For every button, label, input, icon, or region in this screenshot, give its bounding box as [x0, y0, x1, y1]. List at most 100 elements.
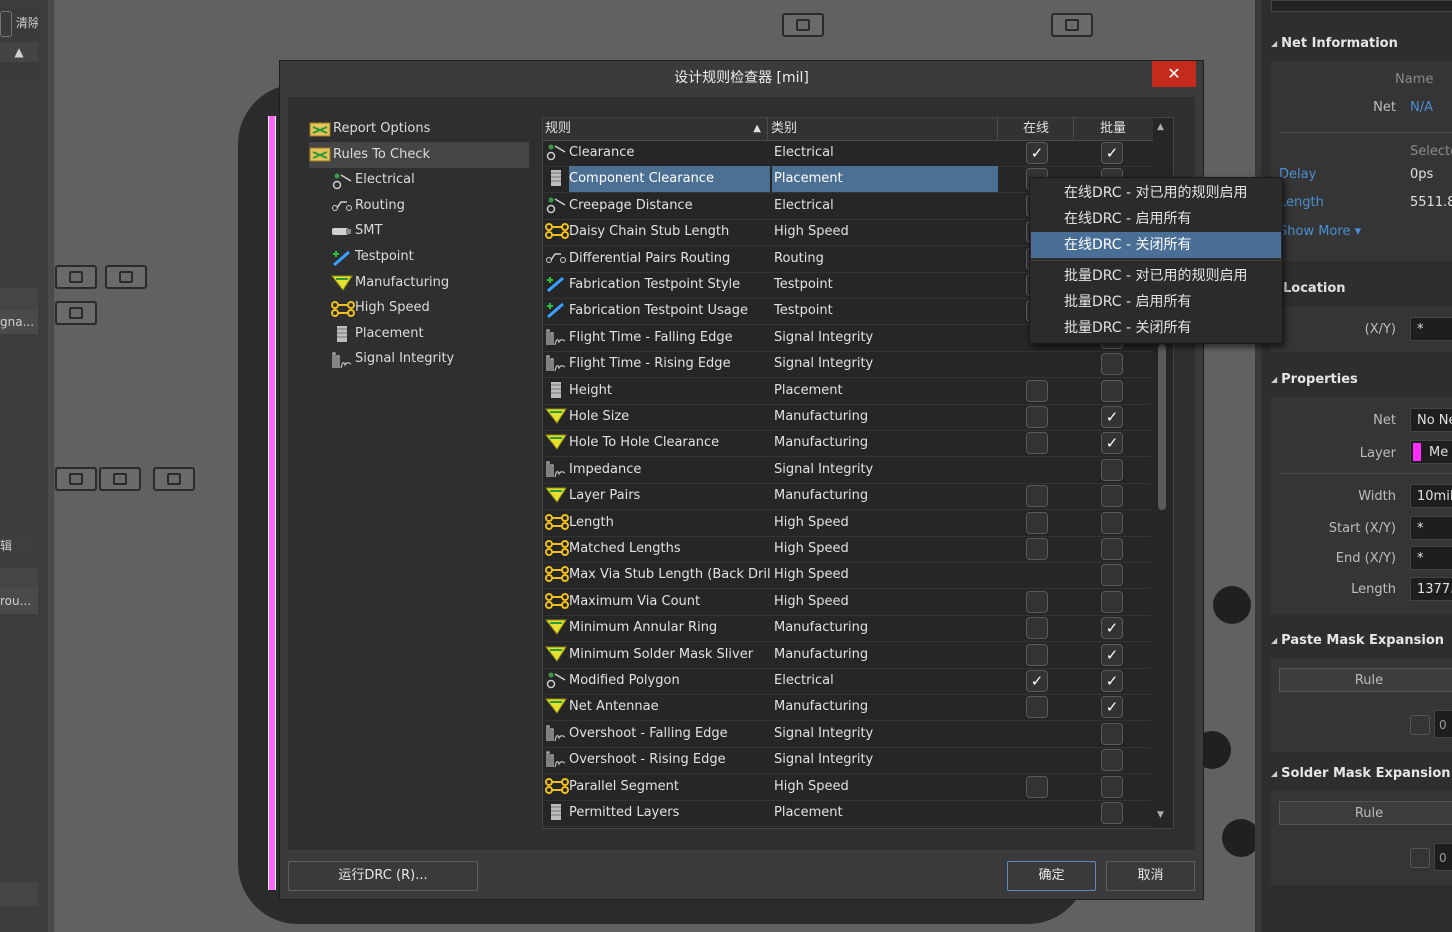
- batch-drc-checkbox[interactable]: [1101, 564, 1123, 587]
- tree-item-placement[interactable]: Placement: [331, 321, 529, 347]
- show-more-link[interactable]: Show More ▾: [1279, 224, 1361, 239]
- table-row[interactable]: Hole To Hole Clearance Manufacturing: [543, 430, 1151, 458]
- solder-rule-button[interactable]: Rule: [1279, 801, 1452, 825]
- table-row[interactable]: Parallel Segment High Speed: [543, 774, 1151, 801]
- left-panel-item[interactable]: 辑: [0, 534, 38, 558]
- table-row[interactable]: Minimum Solder Mask Sliver Manufacturing: [543, 642, 1151, 669]
- solder-manual-checkbox[interactable]: [1410, 848, 1430, 868]
- table-row[interactable]: Clearance Electrical: [543, 140, 1151, 167]
- tree-item-testpoint[interactable]: Testpoint: [331, 244, 529, 270]
- batch-drc-checkbox[interactable]: [1101, 511, 1123, 534]
- close-button[interactable]: ✕: [1152, 61, 1196, 87]
- tree-item-signal-integrity[interactable]: Signal Integrity: [331, 346, 529, 372]
- start-input[interactable]: *: [1410, 516, 1452, 540]
- batch-drc-checkbox[interactable]: [1101, 617, 1123, 640]
- online-drc-checkbox[interactable]: [1026, 379, 1048, 402]
- ok-button[interactable]: 确定: [1007, 861, 1096, 891]
- table-row[interactable]: Matched Lengths High Speed: [543, 536, 1151, 563]
- table-row[interactable]: Height Placement: [543, 378, 1151, 405]
- table-row[interactable]: Overshoot - Falling Edge Signal Integrity: [543, 721, 1151, 748]
- left-panel-item[interactable]: gna...: [0, 310, 38, 334]
- left-panel-row[interactable]: [0, 882, 38, 906]
- table-row[interactable]: Max Via Stub Length (Back Drilling)High …: [543, 562, 1151, 590]
- batch-drc-checkbox[interactable]: [1101, 432, 1123, 455]
- batch-drc-checkbox[interactable]: [1101, 802, 1123, 824]
- online-drc-checkbox[interactable]: [1026, 775, 1048, 798]
- cancel-button[interactable]: 取消: [1106, 861, 1195, 891]
- batch-drc-checkbox[interactable]: [1101, 670, 1123, 692]
- online-drc-checkbox[interactable]: [1026, 406, 1048, 428]
- context-menu-item[interactable]: 在线DRC - 关闭所有: [1031, 232, 1281, 258]
- online-drc-checkbox[interactable]: [1026, 643, 1048, 666]
- layer-select[interactable]: Me: [1410, 440, 1452, 464]
- table-row[interactable]: Flight Time - Rising Edge Signal Integrit…: [543, 351, 1151, 379]
- batch-drc-checkbox[interactable]: [1101, 406, 1123, 428]
- table-row[interactable]: Modified Polygon Electrical: [543, 668, 1151, 695]
- online-drc-checkbox[interactable]: [1026, 696, 1048, 719]
- paste-mask-header[interactable]: Paste Mask Expansion: [1271, 633, 1444, 648]
- table-row[interactable]: Overshoot - Rising Edge Signal Integrity: [543, 747, 1151, 775]
- tree-item-rules-to-check[interactable]: Rules To Check: [309, 141, 529, 168]
- table-row[interactable]: Net Antennae Manufacturing: [543, 694, 1151, 722]
- batch-drc-checkbox[interactable]: [1101, 379, 1123, 402]
- table-row[interactable]: Layer Pairs Manufacturing: [543, 483, 1151, 511]
- table-row[interactable]: Hole Size Manufacturing: [543, 404, 1151, 431]
- left-panel-row[interactable]: [0, 288, 38, 310]
- batch-drc-checkbox[interactable]: [1101, 538, 1123, 560]
- batch-drc-checkbox[interactable]: [1101, 590, 1123, 613]
- delay-link[interactable]: Delay: [1279, 167, 1316, 182]
- paste-value-input[interactable]: 0: [1434, 710, 1452, 738]
- solder-value-input[interactable]: 0: [1434, 843, 1452, 871]
- batch-drc-checkbox[interactable]: [1101, 142, 1123, 164]
- table-row[interactable]: Permitted Layers Placement: [543, 800, 1151, 827]
- context-menu-item[interactable]: 在线DRC - 启用所有: [1031, 206, 1281, 232]
- batch-drc-checkbox[interactable]: [1101, 353, 1123, 376]
- batch-drc-checkbox[interactable]: [1101, 775, 1123, 798]
- table-row[interactable]: Impedance Signal Integrity: [543, 457, 1151, 484]
- batch-drc-checkbox[interactable]: [1101, 485, 1123, 508]
- left-panel-row[interactable]: [0, 568, 38, 588]
- net-information-header[interactable]: Net Information: [1271, 36, 1398, 51]
- tree-item-smt[interactable]: SMT: [331, 218, 529, 244]
- context-menu-item[interactable]: 批量DRC - 对已用的规则启用: [1031, 263, 1281, 289]
- left-panel-item[interactable]: rou...: [0, 588, 38, 614]
- tree-item-manufacturing[interactable]: Manufacturing: [330, 270, 529, 296]
- net-value-link[interactable]: N/A: [1410, 100, 1433, 115]
- col-header-category[interactable]: 类别: [771, 118, 998, 140]
- solder-mask-header[interactable]: Solder Mask Expansion: [1271, 766, 1450, 781]
- batch-drc-checkbox[interactable]: [1101, 643, 1123, 666]
- search-input[interactable]: [1271, 0, 1452, 12]
- online-drc-checkbox[interactable]: [1026, 432, 1048, 455]
- xy-input[interactable]: *: [1410, 317, 1452, 341]
- end-input[interactable]: *: [1410, 546, 1452, 570]
- context-menu-item[interactable]: 批量DRC - 关闭所有: [1031, 315, 1281, 341]
- online-drc-checkbox[interactable]: [1026, 142, 1048, 164]
- online-drc-checkbox[interactable]: [1026, 511, 1048, 534]
- paste-manual-checkbox[interactable]: [1410, 715, 1430, 735]
- table-row[interactable]: Maximum Via Count High Speed: [543, 589, 1151, 616]
- properties-header[interactable]: Properties: [1271, 372, 1358, 387]
- chevron-up-icon[interactable]: ▲: [1157, 122, 1164, 132]
- prop-net-select[interactable]: No Ne: [1410, 408, 1452, 432]
- col-header-online[interactable]: 在线: [999, 118, 1074, 140]
- col-header-batch[interactable]: 批量: [1075, 118, 1151, 140]
- width-input[interactable]: 10mil: [1410, 484, 1452, 508]
- batch-drc-checkbox[interactable]: [1101, 749, 1123, 772]
- tree-item-routing[interactable]: Routing: [331, 193, 529, 219]
- batch-drc-checkbox[interactable]: [1101, 458, 1123, 481]
- online-drc-checkbox[interactable]: [1026, 590, 1048, 613]
- online-drc-checkbox[interactable]: [1026, 538, 1048, 560]
- selected-track[interactable]: [268, 116, 276, 890]
- paste-rule-button[interactable]: Rule: [1279, 668, 1452, 692]
- table-row[interactable]: Length High Speed: [543, 510, 1151, 537]
- context-menu-item[interactable]: 在线DRC - 对已用的规则启用: [1031, 180, 1281, 206]
- scrollbar-thumb[interactable]: [1158, 344, 1166, 510]
- table-row[interactable]: Minimum Annular Ring Manufacturing: [543, 615, 1151, 643]
- chevron-down-icon[interactable]: ▼: [1157, 810, 1164, 820]
- left-panel-row[interactable]: [0, 62, 38, 82]
- tree-item-high-speed[interactable]: High Speed: [331, 295, 529, 321]
- tree-item-electrical[interactable]: Electrical: [331, 167, 529, 193]
- plen-input[interactable]: 1377.: [1410, 577, 1452, 601]
- location-header[interactable]: Location: [1283, 281, 1346, 296]
- clear-filter-button[interactable]: 清除: [0, 8, 38, 38]
